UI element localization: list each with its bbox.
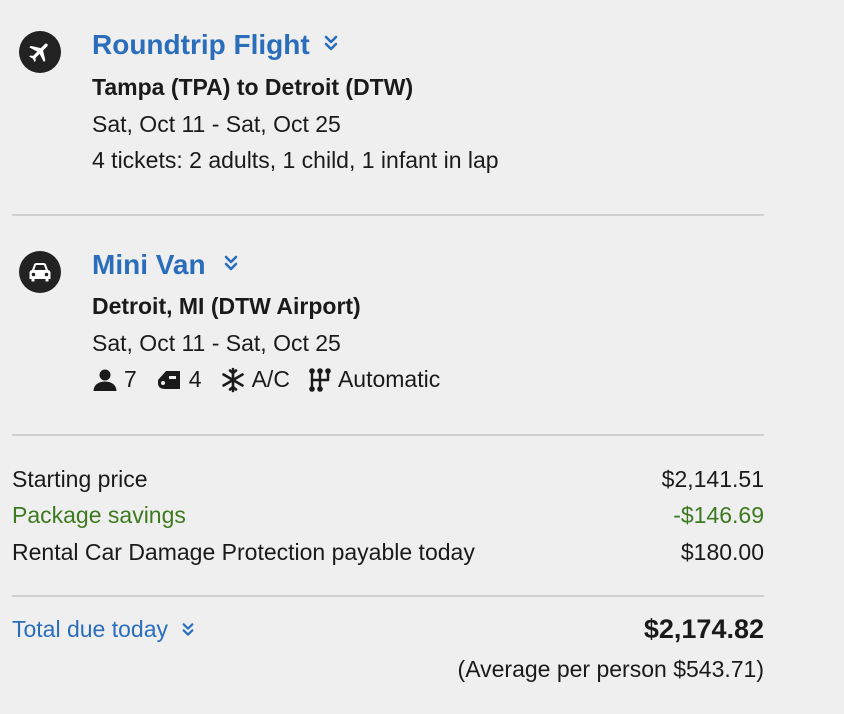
divider [12, 214, 764, 216]
divider [12, 595, 764, 597]
trip-summary-panel: Roundtrip Flight Tampa (TPA) to Detroit … [0, 0, 844, 714]
package-savings-row: Package savings -$146.69 [12, 502, 764, 529]
bag-count: 4 [188, 366, 202, 392]
damage-protection-row: Rental Car Damage Protection payable tod… [12, 539, 764, 566]
snowflake-icon [221, 367, 244, 392]
total-due-value: $2,174.82 [643, 614, 764, 644]
flight-title-link[interactable]: Roundtrip Flight [92, 29, 310, 61]
ac-feature: A/C [220, 366, 290, 393]
person-icon [93, 369, 117, 391]
flight-route: Tampa (TPA) to Detroit (DTW) [92, 74, 414, 100]
starting-price-value: $2,141.51 [661, 466, 764, 492]
chevron-down-icon[interactable] [182, 616, 194, 643]
damage-protection-value: $180.00 [680, 539, 764, 565]
airplane-icon [19, 31, 61, 73]
car-dates: Sat, Oct 11 - Sat, Oct 25 [92, 330, 341, 356]
bags-feature: 4 [155, 366, 202, 393]
car-location: Detroit, MI (DTW Airport) [92, 293, 361, 319]
total-row: Total due today $2,174.82 [12, 614, 764, 645]
passengers-feature: 7 [92, 366, 137, 393]
chevron-down-icon[interactable] [224, 255, 238, 276]
flight-header[interactable]: Roundtrip Flight [92, 29, 338, 61]
starting-price-row: Starting price $2,141.51 [12, 466, 764, 493]
damage-protection-label: Rental Car Damage Protection payable tod… [12, 539, 475, 565]
package-savings-value: -$146.69 [673, 502, 764, 528]
car-icon [19, 251, 61, 293]
chevron-down-icon[interactable] [324, 35, 338, 56]
total-due-toggle[interactable]: Total due today [12, 616, 194, 643]
flight-tickets: 4 tickets: 2 adults, 1 child, 1 infant i… [92, 147, 499, 173]
gear-shift-icon [309, 367, 331, 392]
luggage-icon [157, 370, 180, 389]
starting-price-label: Starting price [12, 466, 148, 492]
transmission-feature: Automatic [308, 366, 440, 393]
average-per-person: (Average per person $543.71) [457, 656, 764, 682]
flight-dates: Sat, Oct 11 - Sat, Oct 25 [92, 111, 341, 137]
divider [12, 434, 764, 436]
ac-label: A/C [251, 366, 290, 392]
car-title-link[interactable]: Mini Van [92, 249, 206, 281]
car-features: 7 4 A/C Automatic [92, 366, 458, 393]
average-row: (Average per person $543.71) [12, 656, 764, 683]
passenger-count: 7 [124, 366, 137, 392]
total-due-label[interactable]: Total due today [12, 616, 168, 643]
transmission-label: Automatic [337, 366, 441, 392]
car-header[interactable]: Mini Van [92, 249, 238, 281]
package-savings-label: Package savings [12, 502, 186, 528]
